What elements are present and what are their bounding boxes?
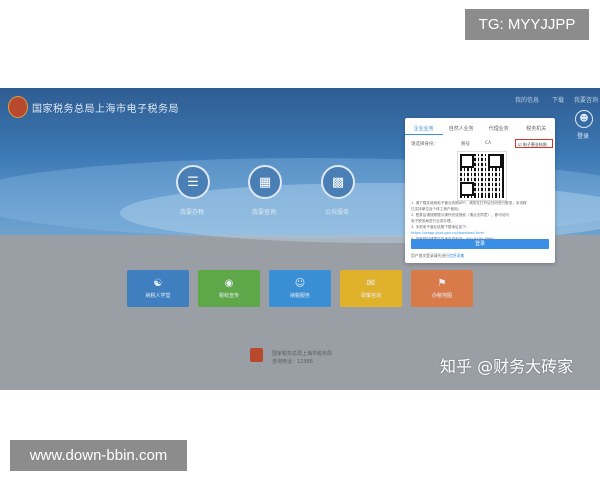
tab-agent[interactable]: 代理业务 xyxy=(480,123,518,135)
person-icon: ☺ xyxy=(294,278,306,289)
header-link-help[interactable]: 我要咨询 xyxy=(574,95,598,104)
tax-emblem-icon xyxy=(8,96,28,118)
tab-individual[interactable]: 自然人业务 xyxy=(443,123,481,135)
tile-service[interactable]: ☺ 纳税服务 xyxy=(269,270,331,307)
quick-entry-label: 公众服务 xyxy=(324,209,349,216)
qr-finder xyxy=(460,182,474,196)
quick-entry-document-icon[interactable]: ☰ xyxy=(176,165,210,199)
login-button[interactable]: 登录 xyxy=(411,239,549,249)
tile-label: 纳税人学堂 xyxy=(145,293,171,299)
watermark-bottom: www.down-bbin.com xyxy=(10,440,187,471)
quick-entry-grid-icon[interactable]: ▩ xyxy=(321,165,355,199)
header-link-download[interactable]: 下载 xyxy=(552,95,564,104)
login-footer-text: 用户首次登录请先进行 xyxy=(411,253,449,258)
footer-org: 国家税务总局上海市税务局 xyxy=(272,351,333,357)
quick-entry-label: 我要查询 xyxy=(251,209,276,216)
coin-icon: ◉ xyxy=(224,278,234,289)
option-e-license[interactable]: ☑ 电子营业执照 xyxy=(515,139,553,148)
tile-label: 政策咨询 xyxy=(360,293,381,299)
footer-logo-icon xyxy=(250,348,263,362)
login-instructions: 1. 请下载并使用电子营业执照APP，请您在打开后扫码进行登录，本流程 已支持单… xyxy=(411,200,551,242)
tile-promo[interactable]: ◉ 税收宣传 xyxy=(198,270,260,307)
tile-label: 纳税服务 xyxy=(289,293,310,299)
user-icon[interactable]: ☻ xyxy=(575,110,593,128)
chat-icon: ✉ xyxy=(366,278,376,289)
tile-school[interactable]: ☯ 纳税人学堂 xyxy=(127,270,189,307)
tile-label: 办税地图 xyxy=(431,293,452,299)
tile-map[interactable]: ⚑ 办税地图 xyxy=(411,270,473,307)
watermark-zhihu: 知乎 @财务大砖家 xyxy=(440,357,574,376)
header-link-info[interactable]: 我的信息 xyxy=(515,95,539,104)
option-tax-id[interactable]: 税号 xyxy=(461,141,470,147)
qr-finder xyxy=(460,154,474,168)
site-title: 国家税务总局上海市电子税务局 xyxy=(32,104,179,115)
user-label[interactable]: 登录 xyxy=(577,131,589,140)
footer-contact: 咨询电话：12366 xyxy=(272,359,313,365)
quick-entry-label: 我要办税 xyxy=(179,209,204,216)
tab-tax-office[interactable]: 税务机关 xyxy=(518,123,556,135)
screenshot-area: 国家税务总局上海市电子税务局 我的信息 下载 我要咨询 ☻ 登录 ☰ 我要办税 … xyxy=(0,88,600,390)
watermark-top: TG: MYYJJPP xyxy=(465,9,589,40)
building-icon: ⚑ xyxy=(437,278,447,289)
login-footer: 用户首次登录请先进行信息采集 xyxy=(411,253,464,259)
info-collect-link[interactable]: 信息采集 xyxy=(449,253,464,258)
qr-finder xyxy=(488,154,502,168)
tab-enterprise[interactable]: 企业业务 xyxy=(405,123,443,135)
login-type-row: 请选择身份： 税号 CA ☑ 电子营业执照 xyxy=(411,139,553,148)
login-tabs: 企业业务 自然人业务 代理业务 税务机关 xyxy=(405,123,555,135)
option-ca[interactable]: CA xyxy=(485,141,491,146)
people-icon: ☯ xyxy=(153,278,163,289)
tile-consult[interactable]: ✉ 政策咨询 xyxy=(340,270,402,307)
type-label: 请选择身份： xyxy=(411,142,438,147)
quick-entry-calendar-icon[interactable]: ▦ xyxy=(248,165,282,199)
tile-label: 税收宣传 xyxy=(218,293,239,299)
login-modal: 企业业务 自然人业务 代理业务 税务机关 请选择身份： 税号 CA ☑ 电子营业… xyxy=(405,118,555,263)
